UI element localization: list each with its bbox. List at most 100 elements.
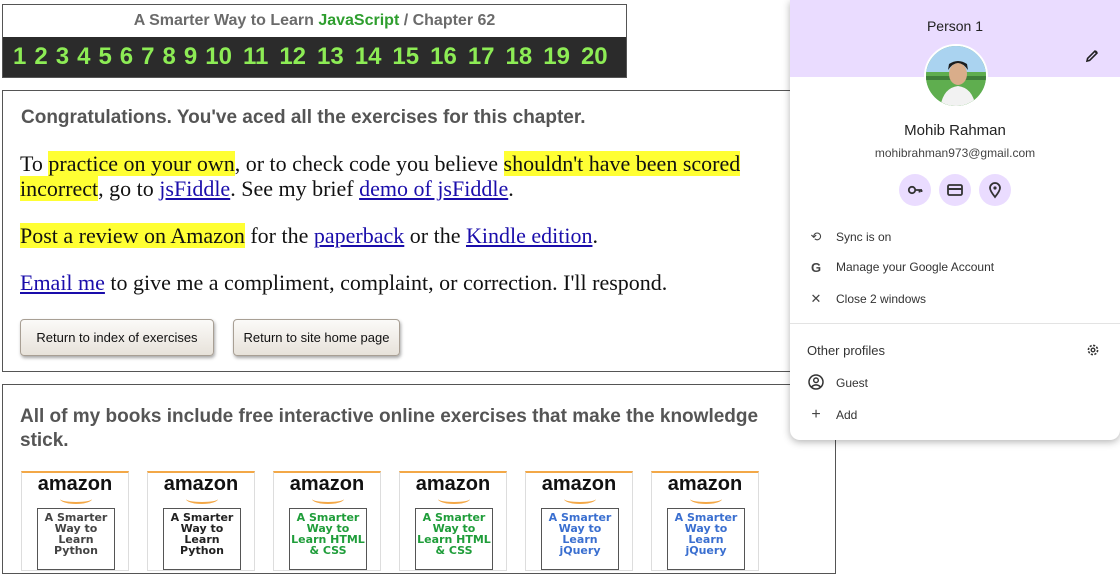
p2-text-3: . xyxy=(592,223,598,248)
book-card[interactable]: amazon A Smarter Way to Learn jQuery xyxy=(525,471,633,571)
congrats-panel: Congratulations. You've aced all the exe… xyxy=(2,90,836,372)
book-cover: A Smarter Way to Learn HTML & CSS xyxy=(415,508,493,570)
exercise-link-3[interactable]: 3 xyxy=(56,43,69,71)
manage-account-row[interactable]: G Manage your Google Account xyxy=(808,257,994,277)
book-card[interactable]: amazon A Smarter Way to Learn HTML & CSS xyxy=(273,471,381,571)
p1-text-3: , go to xyxy=(98,176,160,201)
payment-card-icon[interactable] xyxy=(939,174,971,206)
google-g-icon: G xyxy=(810,259,822,275)
amazon-logo: amazon xyxy=(652,473,758,504)
profile-menu: Person 1 Mohib Rahman mohibrahman973@gma… xyxy=(790,0,1120,440)
exercise-link-12[interactable]: 12 xyxy=(279,43,306,71)
congrats-heading: Congratulations. You've aced all the exe… xyxy=(21,107,586,128)
exercise-link-20[interactable]: 20 xyxy=(581,43,608,71)
profile-name: Mohib Rahman xyxy=(904,122,1006,139)
exercise-link-14[interactable]: 14 xyxy=(355,43,382,71)
amazon-logo: amazon xyxy=(148,473,254,504)
amazon-smile-icon xyxy=(60,494,92,504)
exercise-link-8[interactable]: 8 xyxy=(163,43,176,71)
amazon-smile-icon xyxy=(438,494,470,504)
close-windows-label: Close 2 windows xyxy=(836,292,927,306)
p1-text-2: , or to check code you believe xyxy=(234,151,504,176)
amazon-smile-icon xyxy=(690,494,722,504)
amazon-logo: amazon xyxy=(22,473,128,504)
p3-text: to give me a compliment, complaint, or c… xyxy=(104,270,668,295)
review-paragraph: Post a review on Amazon for the paperbac… xyxy=(20,223,820,248)
amazon-wordmark: amazon xyxy=(37,473,113,495)
exercise-link-18[interactable]: 18 xyxy=(506,43,533,71)
book-card[interactable]: amazon A Smarter Way to Learn jQuery xyxy=(651,471,759,571)
amazon-smile-icon xyxy=(564,494,596,504)
manage-account-label: Manage your Google Account xyxy=(836,260,995,274)
book-cover: A Smarter Way to Learn Python xyxy=(163,508,241,570)
p1-text-1: To xyxy=(20,151,49,176)
title-prefix: A Smarter Way to Learn xyxy=(133,12,319,29)
menu-divider xyxy=(790,323,1120,324)
book-card[interactable]: amazon A Smarter Way to Learn HTML & CSS xyxy=(399,471,507,571)
exercise-link-5[interactable]: 5 xyxy=(98,43,111,71)
return-to-home-button[interactable]: Return to site home page xyxy=(233,319,400,356)
kindle-edition-link[interactable]: Kindle edition xyxy=(466,223,592,248)
email-me-link[interactable]: Email me xyxy=(20,270,105,295)
book-cover: A Smarter Way to Learn jQuery xyxy=(667,508,745,570)
amazon-wordmark: amazon xyxy=(541,473,617,495)
exercise-link-6[interactable]: 6 xyxy=(120,43,133,71)
book-card[interactable]: amazon A Smarter Way to Learn Python xyxy=(21,471,129,571)
guest-label: Guest xyxy=(836,376,869,390)
sync-row[interactable]: ⟲ Sync is on xyxy=(808,227,892,247)
profile-email: mohibrahman973@gmail.com xyxy=(874,146,1036,160)
amazon-logo: amazon xyxy=(400,473,506,504)
gear-icon[interactable] xyxy=(1086,343,1100,357)
exercise-link-4[interactable]: 4 xyxy=(77,43,90,71)
book-cover: A Smarter Way to Learn HTML & CSS xyxy=(289,508,367,570)
amazon-smile-icon xyxy=(312,494,344,504)
close-icon: ✕ xyxy=(810,291,822,306)
practice-paragraph: To practice on your own, or to check cod… xyxy=(20,151,820,201)
add-label: Add xyxy=(836,408,858,422)
exercise-link-13[interactable]: 13 xyxy=(317,43,344,71)
chapter-header: A Smarter Way to Learn JavaScript / Chap… xyxy=(2,4,627,78)
exercise-link-7[interactable]: 7 xyxy=(141,43,154,71)
paperback-link[interactable]: paperback xyxy=(314,223,404,248)
amazon-smile-icon xyxy=(186,494,218,504)
plus-icon: + xyxy=(811,406,821,423)
exercise-link-15[interactable]: 15 xyxy=(392,43,419,71)
p1-text-5: . xyxy=(508,176,514,201)
return-to-index-button[interactable]: Return to index of exercises xyxy=(20,319,214,356)
exercise-link-1[interactable]: 1 xyxy=(13,43,26,71)
exercise-link-2[interactable]: 2 xyxy=(34,43,47,71)
exercise-link-16[interactable]: 16 xyxy=(430,43,457,71)
avatar[interactable] xyxy=(924,44,988,108)
books-panel: All of my books include free interactive… xyxy=(2,384,836,574)
amazon-wordmark: amazon xyxy=(163,473,239,495)
p1-highlight-1: practice on your own xyxy=(48,151,235,176)
add-profile-row[interactable]: + Add xyxy=(808,405,857,425)
exercise-link-11[interactable]: 11 xyxy=(243,43,268,71)
jsfiddle-demo-link[interactable]: demo of jsFiddle xyxy=(359,176,508,201)
pencil-icon[interactable] xyxy=(1084,48,1100,64)
sync-label: Sync is on xyxy=(836,230,892,244)
exercise-link-19[interactable]: 19 xyxy=(543,43,570,71)
book-card[interactable]: amazon A Smarter Way to Learn Python xyxy=(147,471,255,571)
amazon-wordmark: amazon xyxy=(289,473,365,495)
close-windows-row[interactable]: ✕ Close 2 windows xyxy=(808,289,927,309)
sync-icon: ⟲ xyxy=(810,229,822,244)
email-paragraph: Email me to give me a compliment, compla… xyxy=(20,270,820,295)
book-cover: A Smarter Way to Learn jQuery xyxy=(541,508,619,570)
addresses-location-icon[interactable] xyxy=(979,174,1011,206)
chapter-title: A Smarter Way to Learn JavaScript / Chap… xyxy=(3,5,626,37)
p1-text-4: . See my brief xyxy=(230,176,360,201)
passwords-key-icon[interactable] xyxy=(899,174,931,206)
amazon-logo: amazon xyxy=(526,473,632,504)
jsfiddle-link[interactable]: jsFiddle xyxy=(159,176,230,201)
profile-person-label: Person 1 xyxy=(926,18,984,34)
exercise-link-9[interactable]: 9 xyxy=(184,43,197,71)
title-javascript: JavaScript xyxy=(318,12,400,29)
guest-profile-row[interactable]: Guest xyxy=(808,373,868,393)
other-profiles-heading: Other profiles xyxy=(807,343,886,358)
exercise-link-17[interactable]: 17 xyxy=(468,43,495,71)
p2-text-2: or the xyxy=(404,223,466,248)
guest-account-icon xyxy=(808,373,824,393)
exercise-link-10[interactable]: 10 xyxy=(205,43,232,71)
book-cover: A Smarter Way to Learn Python xyxy=(37,508,115,570)
